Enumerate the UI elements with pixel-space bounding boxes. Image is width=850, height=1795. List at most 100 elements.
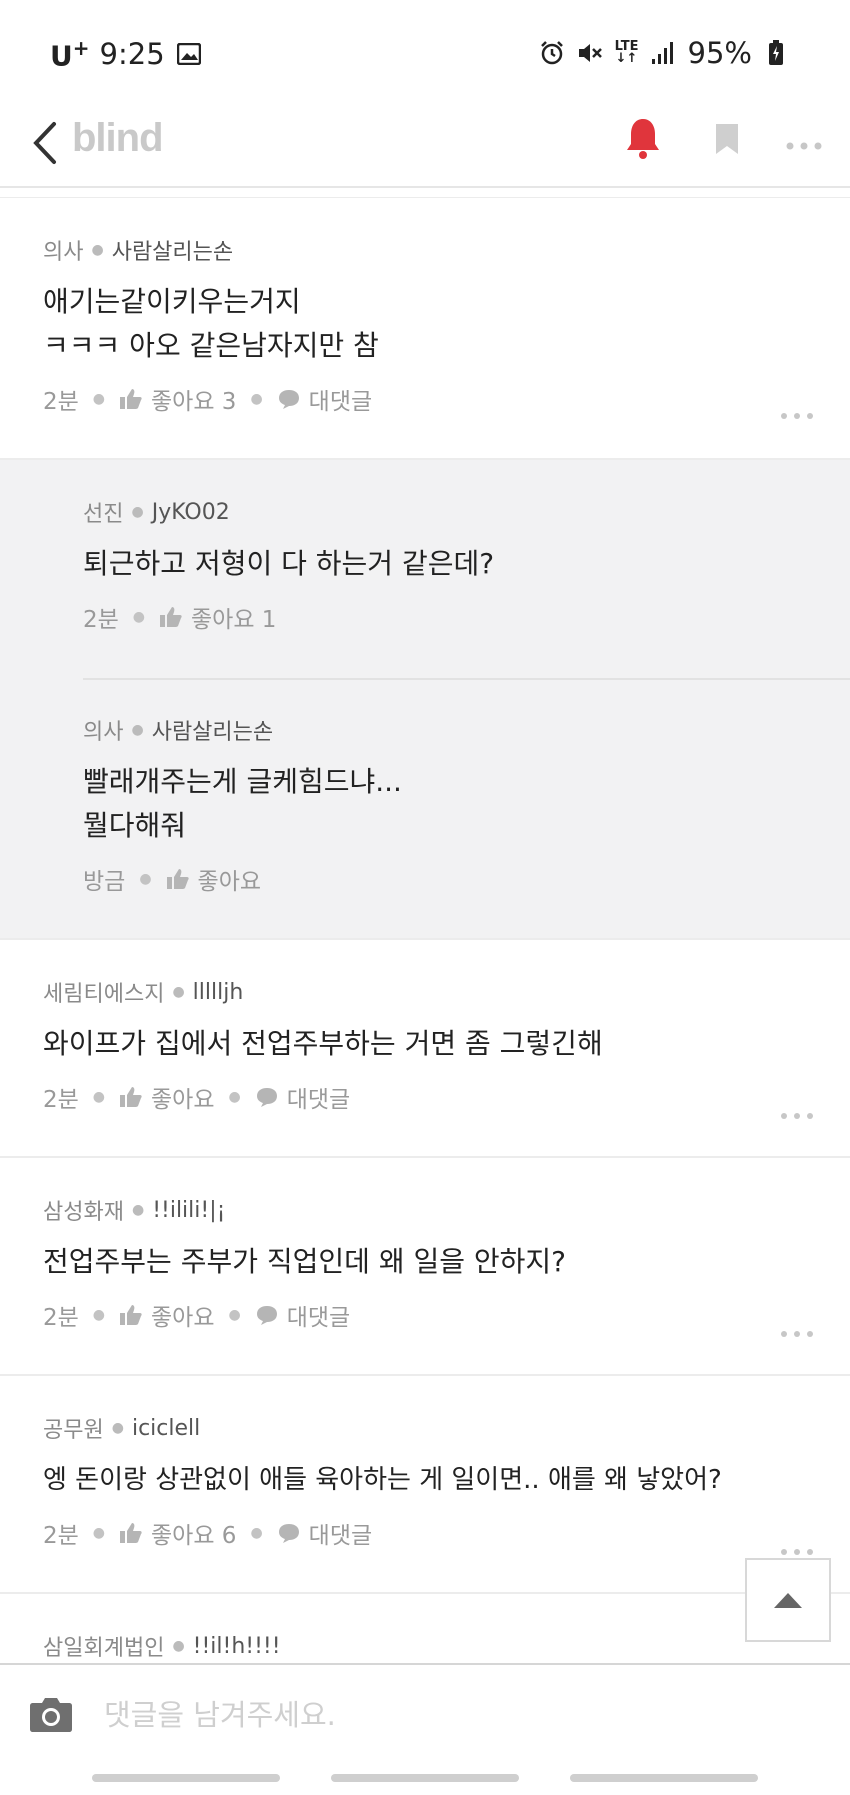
comment-item: 의사 ● 사람살리는손 애기는같이키우는거지 ㅋㅋㅋ 아오 같은남자지만 참 2… [0,198,850,460]
back-button[interactable] [28,118,68,168]
speech-bubble-icon [278,1524,299,1543]
comment-meta: 의사 ● 사람살리는손 [43,234,810,266]
chevron-left-icon [33,122,56,164]
comment-footer: 2분 ● 좋아요 3 ● 대댓글 [43,382,810,416]
nickname-label: iciclell [131,1415,201,1441]
header-divider [0,190,850,198]
company-label: 삼일회계법인 [43,1636,165,1661]
comment-meta: 선진 ● JyKO02 [83,496,850,528]
signal-icon [650,39,678,67]
alarm-icon [538,39,566,67]
comment-item: 세림티에스지 ● llllljh 와이프가 집에서 전업주부하는 거면 좀 그렇… [0,940,850,1158]
clock: 9:25 [99,37,165,72]
comment-text: 빨래개주는게 글케힘드냐... 뭘다해줘 [83,765,402,842]
ellipsis-icon [781,1331,813,1337]
comment-meta: 세림티에스지 ● llllljh [43,976,810,1008]
reply-button[interactable]: 대댓글 [277,382,372,416]
speech-bubble-icon [278,390,299,409]
company-label: 의사 [43,240,84,265]
like-button[interactable]: 좋아요 [166,862,261,896]
nickname-label: llllljh [192,979,244,1005]
company-label: 삼성화재 [43,1200,124,1225]
ellipsis-icon [781,1113,813,1119]
thumbs-up-icon [120,1087,142,1107]
nickname-label: 사람살리는손 [111,240,234,265]
comment-more-button[interactable] [780,1106,814,1119]
gallery-icon [175,40,203,68]
nickname-label: JyKO02 [151,499,230,525]
timestamp: 2분 [43,1305,79,1331]
camera-button[interactable] [29,1695,73,1733]
nav-recent-hint[interactable] [92,1774,280,1782]
comment-meta: 삼일회계법인 ● !!il!h!!!! [43,1630,810,1662]
reply-button[interactable]: 대댓글 [277,1516,372,1550]
thumbs-up-icon [120,389,142,409]
status-right: LTE ↓↑ 95% [538,36,790,70]
comment-text: 와이프가 집에서 전업주부하는 거면 좀 그렇긴해 [43,1027,603,1060]
company-label: 의사 [83,720,124,745]
more-options-button[interactable] [786,136,822,150]
reply-thread: 선진 ● JyKO02 퇴근하고 저형이 다 하는거 같은데? 2분 ● 좋아요… [0,460,850,940]
reply-button[interactable]: 대댓글 [255,1080,350,1114]
comment-item: 삼성화재 ● !!ilili!|¡ 전업주부는 주부가 직업인데 왜 일을 안하… [0,1158,850,1376]
screen: U+ 9:25 LTE ↓↑ 95% blind 의사 ● 사람살리는손 애기는… [0,0,850,1795]
comment-meta: 의사 ● 사람살리는손 [83,714,850,746]
nickname-label: !!il!h!!!! [192,1633,281,1659]
thumbs-up-icon [160,607,182,627]
blind-logo: blind [72,116,164,160]
nickname-label: !!ilili!|¡ [152,1197,226,1223]
comment-feed: 의사 ● 사람살리는손 애기는같이키우는거지 ㅋㅋㅋ 아오 같은남자지만 참 2… [0,198,850,1714]
comment-input[interactable] [104,1689,804,1741]
bell-icon [627,119,659,159]
thumbs-up-icon [166,869,189,889]
timestamp: 2분 [43,1523,79,1549]
app-bar: blind [0,100,850,188]
timestamp: 2분 [43,389,79,415]
nickname-label: 사람살리는손 [151,720,274,745]
ellipsis-icon [786,142,822,150]
company-label: 공무원 [43,1418,104,1443]
timestamp: 2분 [43,1087,79,1113]
speech-bubble-icon [256,1088,277,1107]
comment-meta: 공무원 ● iciclell [43,1412,810,1444]
ellipsis-icon [781,413,813,419]
comment-text: 엥 돈이랑 상관없이 애들 육아하는 게 일이면.. 애를 왜 낳았어? [43,1465,722,1495]
comment-more-button[interactable] [780,1542,814,1555]
caret-up-icon [774,1593,802,1608]
comment-footer: 2분 ● 좋아요 6 ● 대댓글 [43,1516,810,1550]
carrier-label: U+ [50,36,90,73]
like-button[interactable]: 좋아요 [119,1080,215,1114]
status-left: U+ 9:25 [50,36,203,72]
company-label: 세림티에스지 [43,982,165,1007]
scroll-to-top-button[interactable] [745,1558,831,1642]
timestamp: 방금 [83,869,126,895]
like-button[interactable]: 좋아요 [119,1298,215,1332]
nav-home-hint[interactable] [331,1774,519,1782]
like-button[interactable]: 좋아요 1 [159,600,276,634]
bookmark-icon [716,124,738,154]
like-button[interactable]: 좋아요 3 [119,382,236,416]
camera-icon [30,1698,72,1732]
comment-footer: 방금 ● 좋아요 [83,862,850,896]
comment-more-button[interactable] [780,1324,814,1337]
status-bar: U+ 9:25 LTE ↓↑ 95% [0,0,850,100]
reply-button[interactable]: 대댓글 [255,1298,350,1332]
comment-more-button[interactable] [780,406,814,419]
ellipsis-icon [781,1549,813,1555]
thumbs-up-icon [120,1305,142,1325]
speech-bubble-icon [256,1306,277,1325]
company-label: 선진 [83,502,124,527]
like-button[interactable]: 좋아요 6 [119,1516,236,1550]
comment-footer: 2분 ● 좋아요 ● 대댓글 [43,1080,810,1114]
lte-icon: LTE ↓↑ [614,39,639,66]
notification-bell-button[interactable] [623,116,663,160]
comment-input-bar [0,1663,850,1765]
reply-item: 선진 ● JyKO02 퇴근하고 저형이 다 하는거 같은데? 2분 ● 좋아요… [0,460,850,678]
reply-item: 의사 ● 사람살리는손 빨래개주는게 글케힘드냐... 뭘다해줘 방금 ● 좋아… [0,678,850,896]
battery-percent: 95% [687,36,752,70]
nav-back-hint[interactable] [570,1774,758,1782]
battery-charging-icon [762,39,790,67]
comment-text: 애기는같이키우는거지 ㅋㅋㅋ 아오 같은남자지만 참 [43,285,379,362]
timestamp: 2분 [83,607,119,633]
bookmark-button[interactable] [714,122,740,156]
